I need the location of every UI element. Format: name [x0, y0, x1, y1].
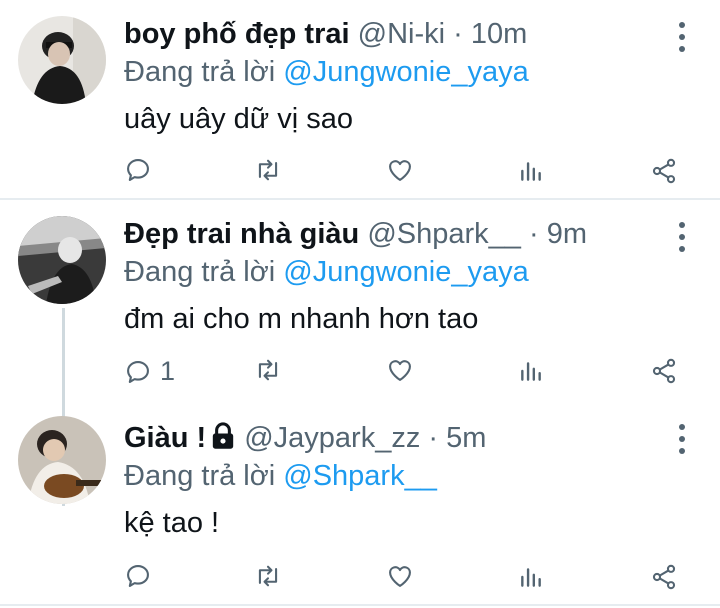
mention-link[interactable]: @Jungwonie_yaya [283, 256, 528, 288]
share-icon [652, 158, 676, 184]
timestamp[interactable]: 10m [471, 18, 527, 50]
retweet-button[interactable] [253, 356, 283, 384]
replying-to: Đang trả lời @Shpark__ [124, 458, 437, 494]
analytics-icon [521, 362, 541, 381]
share-button[interactable] [650, 563, 678, 591]
tweet-header: boy phố đẹp trai @Ni-ki · 10m [124, 16, 527, 52]
like-icon [389, 566, 411, 587]
separator-dot: · [428, 422, 439, 454]
mention-link[interactable]: @Shpark__ [283, 460, 437, 492]
avatar[interactable] [18, 16, 106, 104]
username[interactable]: @Ni-ki [358, 18, 445, 50]
reply-button[interactable] [124, 562, 160, 590]
timestamp[interactable]: 9m [547, 218, 587, 250]
tweet-1[interactable]: boy phố đẹp trai @Ni-ki · 10m Đang trả l… [0, 0, 720, 200]
replying-to-label: Đang trả lời [124, 256, 276, 288]
like-icon [389, 360, 411, 381]
replying-to: Đang trả lời @Jungwonie_yaya [124, 254, 529, 290]
reply-button[interactable] [124, 156, 160, 184]
reply-button[interactable]: 1 [124, 356, 175, 387]
reply-count: 1 [160, 356, 176, 386]
retweet-button[interactable] [253, 562, 283, 590]
reply-icon [127, 360, 149, 383]
analytics-button[interactable] [518, 158, 544, 184]
username[interactable]: @Shpark__ [367, 218, 521, 250]
username[interactable]: @Jaypark_zz [244, 422, 420, 454]
like-button[interactable] [386, 356, 414, 384]
more-icon[interactable] [672, 222, 692, 252]
tweet-3[interactable]: Giàu ! @Jaypark_zz · 5m Đang trả lời @Sh… [0, 400, 720, 608]
analytics-icon [521, 568, 541, 587]
avatar[interactable] [18, 216, 106, 304]
mention-link[interactable]: @Jungwonie_yaya [283, 56, 528, 88]
replying-to: Đang trả lời @Jungwonie_yaya [124, 54, 529, 90]
analytics-button[interactable] [518, 358, 544, 384]
more-icon[interactable] [672, 22, 692, 52]
like-button[interactable] [386, 156, 414, 184]
tweet-text: đm ai cho m nhanh hơn tao [124, 303, 479, 335]
like-button[interactable] [386, 562, 414, 590]
avatar[interactable] [18, 416, 106, 504]
display-name[interactable]: Giàu ! [124, 422, 206, 454]
retweet-button[interactable] [253, 156, 283, 184]
tweet-text: kệ tao ! [124, 507, 220, 539]
timestamp[interactable]: 5m [446, 422, 486, 454]
retweet-icon [258, 159, 278, 181]
replying-to-label: Đang trả lời [124, 56, 276, 88]
tweet-text: uây uây dữ vị sao [124, 103, 353, 135]
separator-dot: · [453, 18, 463, 50]
lock-icon [212, 422, 234, 449]
more-icon[interactable] [672, 424, 692, 454]
retweet-icon [258, 359, 278, 381]
like-icon [389, 160, 411, 181]
divider [0, 604, 720, 606]
share-button[interactable] [650, 357, 678, 385]
share-button[interactable] [650, 157, 678, 185]
tweet-header: Giàu ! @Jaypark_zz · 5m [124, 420, 486, 456]
replying-to-label: Đang trả lời [124, 460, 276, 492]
tweet-header: Đẹp trai nhà giàu @Shpark__ · 9m [124, 216, 587, 252]
display-name[interactable]: Đẹp trai nhà giàu [124, 218, 359, 250]
separator-dot: · [528, 218, 539, 250]
reply-icon [127, 159, 149, 181]
share-icon [652, 358, 676, 384]
display-name[interactable]: boy phố đẹp trai [124, 18, 350, 50]
analytics-icon [521, 162, 541, 181]
share-icon [652, 564, 676, 590]
tweet-2[interactable]: Đẹp trai nhà giàu @Shpark__ · 9m Đang tr… [0, 200, 720, 506]
retweet-icon [258, 565, 278, 587]
analytics-button[interactable] [518, 564, 544, 590]
reply-icon [127, 565, 149, 587]
